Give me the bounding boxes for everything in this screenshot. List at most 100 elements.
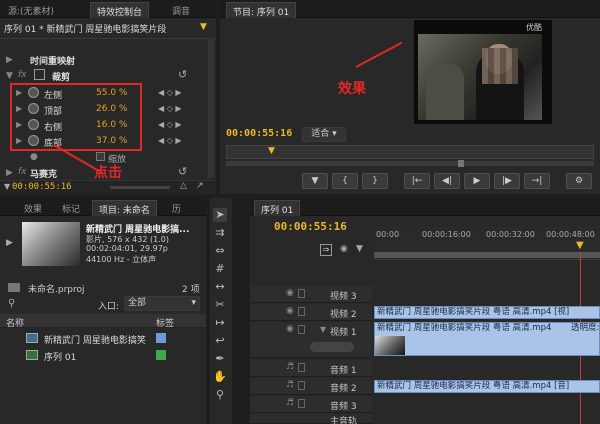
clip-info-3: 44100 Hz - 立体声: [86, 255, 157, 264]
track-select-tool-icon[interactable]: ⇉: [213, 226, 227, 240]
keyframe-toggle[interactable]: [310, 342, 354, 352]
step-forward-button[interactable]: |▶: [494, 173, 520, 189]
track-label: 音频 2: [330, 384, 357, 394]
fit-dropdown[interactable]: 适合 ▾: [302, 127, 346, 142]
highlight-box: [10, 83, 142, 151]
tools-panel: ➤ ⇉ ⇔ # ↔ ✂ ↦ ↩ ✒ ✋ ⚲: [210, 198, 232, 424]
tab-markers[interactable]: 标记: [56, 200, 86, 216]
step-back-button[interactable]: ◀|: [434, 173, 460, 189]
clip-label: 新精武门 周星驰电影搞笑片段 粤语 高清.mp4: [377, 323, 552, 333]
eye-icon[interactable]: ◉: [286, 325, 296, 334]
timeline-timecode[interactable]: 00:00:55:16: [274, 220, 347, 233]
speaker-icon[interactable]: ♬: [286, 381, 296, 390]
video-clip-v1[interactable]: 新精武门 周星驰电影搞笑片段 粤语 高清.mp4 透明度:: [374, 322, 600, 356]
mark-out-button[interactable]: }: [362, 173, 388, 189]
column-name[interactable]: 名称: [6, 316, 24, 329]
tab-program[interactable]: 节目: 序列 01: [226, 2, 297, 18]
keyframe-icon[interactable]: ▼: [356, 244, 363, 254]
play-button[interactable]: ▶: [464, 173, 490, 189]
program-ruler[interactable]: [226, 145, 594, 159]
track-lock[interactable]: [298, 307, 305, 316]
track-lock[interactable]: [298, 381, 305, 390]
eye-icon[interactable]: ◉: [286, 307, 296, 316]
column-tag[interactable]: 标签: [156, 316, 174, 329]
track-lock[interactable]: [298, 399, 305, 408]
clip-thumbnail[interactable]: [22, 222, 80, 266]
go-to-in-button[interactable]: |←: [404, 173, 430, 189]
track-audio2[interactable]: ♬ 音频 2: [250, 378, 372, 395]
tab-effect-controls[interactable]: 特效控制台: [90, 2, 150, 18]
rolling-edit-tool-icon[interactable]: #: [213, 262, 227, 276]
keyframe-nav-icon[interactable]: ◀ ◇ ▶: [158, 136, 182, 145]
speaker-icon[interactable]: ♬: [286, 399, 296, 408]
pen-tool-icon[interactable]: ✒: [213, 352, 227, 366]
collapse-arrow-icon[interactable]: ▶: [6, 55, 13, 65]
keyframe-nav-icon[interactable]: ◀ ◇ ▶: [158, 104, 182, 113]
settings-button[interactable]: ⚙: [566, 173, 592, 189]
effect-timecode[interactable]: 00:00:55:16: [12, 182, 72, 192]
selection-tool-icon[interactable]: ➤: [213, 208, 227, 222]
zoom-tool-icon[interactable]: ⚲: [213, 388, 227, 402]
eye-icon[interactable]: ◉: [286, 289, 296, 298]
clip-fx-label: 透明度:: [571, 323, 600, 333]
slip-tool-icon[interactable]: ↦: [213, 316, 227, 330]
list-item[interactable]: 新精武门 周星驰电影搞笑: [0, 330, 206, 346]
track-lock[interactable]: [298, 363, 305, 372]
tab-source[interactable]: 源:(无素材): [2, 2, 60, 18]
track-video1[interactable]: ◉ ▼ 视频 1: [250, 322, 372, 358]
effect-annotation: 效果: [338, 81, 366, 97]
audio-clip-a2[interactable]: 新精武门 周星驰电影搞笑片段 粤语 高清.mp4 [音]: [374, 380, 600, 393]
search-icon[interactable]: ⚲: [8, 298, 15, 309]
mark-in-button[interactable]: {: [332, 173, 358, 189]
list-item[interactable]: 序列 01: [0, 347, 206, 363]
speaker-icon[interactable]: ♬: [286, 363, 296, 372]
keyframe-nav-icon[interactable]: ◀ ◇ ▶: [158, 88, 182, 97]
playhead-icon[interactable]: ▼: [576, 240, 584, 251]
scroll-thumb[interactable]: [458, 160, 464, 167]
tab-effects[interactable]: 效果: [18, 200, 48, 216]
expand-arrow-icon[interactable]: ▼: [320, 325, 326, 334]
program-scroll[interactable]: [226, 161, 594, 166]
reset-icon[interactable]: ↺: [178, 165, 187, 178]
slide-tool-icon[interactable]: ↩: [213, 334, 227, 348]
panel-menu-icon[interactable]: ▼: [200, 22, 210, 32]
track-lock[interactable]: [298, 325, 305, 334]
track-audio1[interactable]: ♬ 音频 1: [250, 360, 372, 377]
clip-thumbnail-strip: [375, 336, 405, 355]
ripple-edit-tool-icon[interactable]: ⇔: [213, 244, 227, 258]
marker-button[interactable]: ▼: [302, 173, 328, 189]
reset-icon[interactable]: ↺: [178, 68, 187, 81]
go-to-out-button[interactable]: →|: [524, 173, 550, 189]
tab-history[interactable]: 历: [166, 200, 187, 216]
marker-icon[interactable]: ◉: [340, 244, 348, 254]
track-video3[interactable]: ◉ 视频 3: [250, 286, 372, 303]
filter-icon[interactable]: △: [180, 181, 187, 191]
scrollbar[interactable]: [208, 38, 214, 178]
tab-audio-mixer[interactable]: 调音: [166, 2, 196, 18]
razor-tool-icon[interactable]: ✂: [213, 298, 227, 312]
sequence-icon: [26, 350, 38, 360]
rate-stretch-tool-icon[interactable]: ↔: [213, 280, 227, 294]
crop-expand-icon[interactable]: ▼: [6, 71, 13, 81]
video-clip-v3[interactable]: 新精武门 周星驰电影搞笑片段 粤语 高清.mp4 [视]: [374, 306, 600, 319]
scale-checkbox[interactable]: [96, 152, 105, 161]
track-audio3[interactable]: ♬ 音频 3: [250, 396, 372, 413]
program-timecode[interactable]: 00:00:55:16: [226, 128, 292, 139]
tab-sequence[interactable]: 序列 01: [254, 200, 301, 216]
playhead-marker-icon[interactable]: ▼: [268, 146, 275, 156]
zoom-slider[interactable]: [110, 186, 170, 189]
keyframe-nav-icon[interactable]: ◀ ◇ ▶: [158, 120, 182, 129]
tab-project[interactable]: 项目: 未命名: [92, 200, 157, 216]
mosaic-expand-icon[interactable]: ▶: [6, 168, 13, 178]
work-area-bar[interactable]: [374, 252, 600, 258]
track-video2[interactable]: ◉ 视频 2: [250, 304, 372, 321]
source-tabbar: 源:(无素材) 特效控制台 调音: [0, 0, 216, 18]
track-master[interactable]: 主音轨: [250, 414, 372, 424]
track-lock[interactable]: [298, 289, 305, 298]
entry-dropdown[interactable]: 全部 ▾: [124, 296, 200, 311]
play-thumbnail-icon[interactable]: ▶: [6, 238, 13, 248]
crop-icon: [34, 69, 45, 80]
snap-icon[interactable]: ⇒: [320, 244, 332, 256]
export-icon[interactable]: ↗: [196, 181, 204, 191]
hand-tool-icon[interactable]: ✋: [213, 370, 227, 384]
